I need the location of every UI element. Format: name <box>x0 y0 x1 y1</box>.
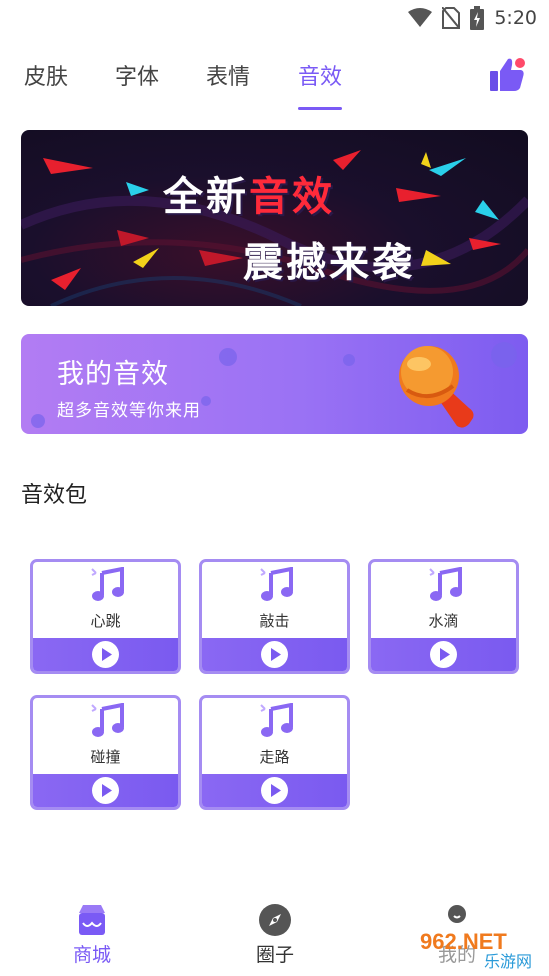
card-footer <box>33 774 178 807</box>
category-tabs: 皮肤 字体 表情 音效 <box>0 55 549 115</box>
wifi-icon <box>408 8 433 27</box>
sound-pack-name: 敲击 <box>259 612 290 630</box>
play-button[interactable] <box>92 777 119 804</box>
active-tab-indicator <box>298 107 342 110</box>
music-note-icon <box>260 703 293 737</box>
play-button[interactable] <box>261 641 288 668</box>
site-watermark-logo: 962.NET 乐游网 <box>414 929 546 971</box>
my-sound-effects-banner[interactable]: 我的音效 超多音效等你来用 <box>21 334 528 434</box>
play-button[interactable] <box>261 777 288 804</box>
card-footer <box>202 638 347 671</box>
play-icon <box>271 648 281 661</box>
play-button[interactable] <box>430 641 457 668</box>
bubble-decoration <box>219 348 237 366</box>
section-title-sound-packs: 音效包 <box>21 483 88 508</box>
compass-icon <box>259 904 291 936</box>
status-time: 5:20 <box>494 7 537 29</box>
sound-pack-name: 心跳 <box>90 612 121 630</box>
banner-headline-1-white: 全新 <box>163 174 249 220</box>
music-note-icon <box>91 703 124 737</box>
nav-item-shop[interactable]: 商城 <box>37 903 147 967</box>
play-icon <box>102 648 112 661</box>
play-icon <box>102 784 112 797</box>
tab-font[interactable]: 字体 <box>115 59 159 91</box>
my-sound-effects-title: 我的音效 <box>57 359 169 390</box>
bubble-decoration <box>201 396 211 406</box>
battery-charging-icon <box>470 6 485 30</box>
sound-pack-card-knock[interactable]: 敲击 <box>199 559 350 674</box>
sound-pack-card-water-drop[interactable]: 水滴 <box>368 559 519 674</box>
sound-pack-name: 水滴 <box>428 612 459 630</box>
card-footer <box>33 638 178 671</box>
watermark-text-bottom: 乐游网 <box>484 952 532 971</box>
music-note-icon <box>260 567 293 601</box>
bubble-decoration <box>343 354 355 366</box>
sound-pack-card-heartbeat[interactable]: 心跳 <box>30 559 181 674</box>
sound-pack-card-collision[interactable]: 碰撞 <box>30 695 181 810</box>
card-footer <box>371 638 516 671</box>
banner-headline-2: 震撼来袭 <box>243 240 415 286</box>
no-sim-icon <box>442 7 461 29</box>
thumbs-up-icon[interactable] <box>488 55 528 95</box>
status-bar: 5:20 <box>0 0 549 36</box>
music-note-icon <box>429 567 462 601</box>
sound-pack-name: 碰撞 <box>90 748 121 766</box>
music-note-icon <box>91 567 124 601</box>
play-icon <box>271 784 281 797</box>
nav-label-circle: 圈子 <box>255 944 294 966</box>
bubble-decoration <box>31 414 45 428</box>
watermark-text-top: 962.NET <box>420 929 507 954</box>
banner-headline-1-red: 音效 <box>249 174 335 220</box>
shop-icon <box>79 905 105 935</box>
card-footer <box>202 774 347 807</box>
play-icon <box>440 648 450 661</box>
nav-label-shop: 商城 <box>72 944 111 966</box>
nav-item-circle[interactable]: 圈子 <box>220 903 330 967</box>
promo-banner[interactable]: 全新音效 震撼来袭 <box>21 130 528 306</box>
status-icons: 5:20 <box>408 6 537 30</box>
microphone-icon <box>399 346 474 428</box>
play-button[interactable] <box>92 641 119 668</box>
tab-skin[interactable]: 皮肤 <box>24 59 68 91</box>
tab-sound-effects[interactable]: 音效 <box>298 59 342 91</box>
bubble-decoration <box>491 342 517 368</box>
my-sound-effects-subtitle: 超多音效等你来用 <box>57 401 201 421</box>
tab-emoji[interactable]: 表情 <box>206 59 250 91</box>
sound-pack-name: 走路 <box>259 748 290 766</box>
sound-pack-card-walking[interactable]: 走路 <box>199 695 350 810</box>
banner-headline-1: 全新音效 <box>163 164 335 222</box>
